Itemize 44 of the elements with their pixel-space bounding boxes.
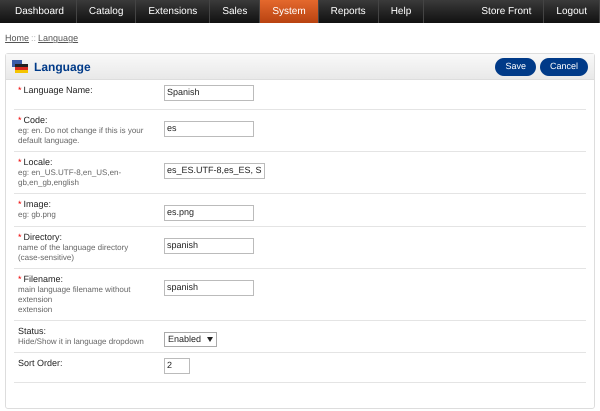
help-text: eg: en. Do not change if this is your default language. bbox=[18, 126, 144, 146]
help-text: Hide/Show it in language dropdown bbox=[18, 337, 145, 347]
field-label: Locale: bbox=[24, 157, 53, 168]
breadcrumb-link[interactable]: Home bbox=[5, 32, 30, 46]
input-field[interactable]: es_ES.UTF-8,es_ES, S bbox=[164, 163, 265, 179]
field-label: Code: bbox=[24, 115, 48, 126]
action-button[interactable]: Cancel bbox=[540, 58, 588, 76]
breadcrumb-separator: :: bbox=[31, 32, 36, 46]
required-asterisk: * bbox=[18, 274, 22, 285]
field-label: Image: bbox=[24, 199, 52, 210]
breadcrumb-link[interactable]: Language bbox=[38, 32, 78, 46]
required-asterisk: * bbox=[18, 232, 22, 243]
required-asterisk: * bbox=[18, 85, 22, 96]
help-text: extension bbox=[18, 305, 54, 315]
dropdown-arrow-icon bbox=[207, 337, 214, 342]
input-field[interactable]: es bbox=[164, 121, 254, 137]
help-text: eg: gb.png bbox=[18, 210, 57, 220]
required-asterisk: * bbox=[18, 199, 22, 210]
help-text: eg: en_US.UTF-8,en_US,en-gb,en_gb,english bbox=[18, 168, 122, 188]
nav-tab[interactable]: System bbox=[260, 0, 319, 23]
action-button[interactable]: Save bbox=[495, 58, 536, 76]
help-text: name of the language directory (case-sensitive) bbox=[18, 243, 130, 263]
status-dropdown[interactable]: Enabled bbox=[164, 332, 218, 347]
flag-icon bbox=[12, 60, 28, 74]
field-label: Filename: bbox=[24, 274, 64, 285]
nav-tab[interactable]: Extensions bbox=[136, 0, 210, 23]
input-field[interactable]: 2 bbox=[164, 358, 190, 374]
input-field[interactable]: spanish bbox=[164, 280, 254, 296]
required-asterisk: * bbox=[18, 115, 22, 126]
nav-tab[interactable]: Store Front bbox=[469, 0, 544, 23]
nav-tab[interactable]: Logout bbox=[544, 0, 600, 23]
nav-tab[interactable]: Catalog bbox=[76, 0, 136, 23]
field-label: Sort Order: bbox=[18, 358, 63, 369]
required-asterisk: * bbox=[18, 157, 22, 168]
nav-tab[interactable]: Reports bbox=[318, 0, 379, 23]
input-field[interactable]: es.png bbox=[164, 205, 254, 221]
field-label: Status: bbox=[18, 326, 46, 337]
input-field[interactable]: spanish bbox=[164, 238, 254, 254]
field-label: Language Name: bbox=[24, 85, 93, 96]
field-label: Directory: bbox=[24, 232, 62, 243]
nav-tab[interactable]: Help bbox=[378, 0, 424, 23]
nav-tab[interactable]: Dashboard bbox=[3, 0, 77, 23]
panel-title: Language bbox=[34, 58, 91, 76]
input-field[interactable]: Spanish bbox=[164, 85, 254, 101]
